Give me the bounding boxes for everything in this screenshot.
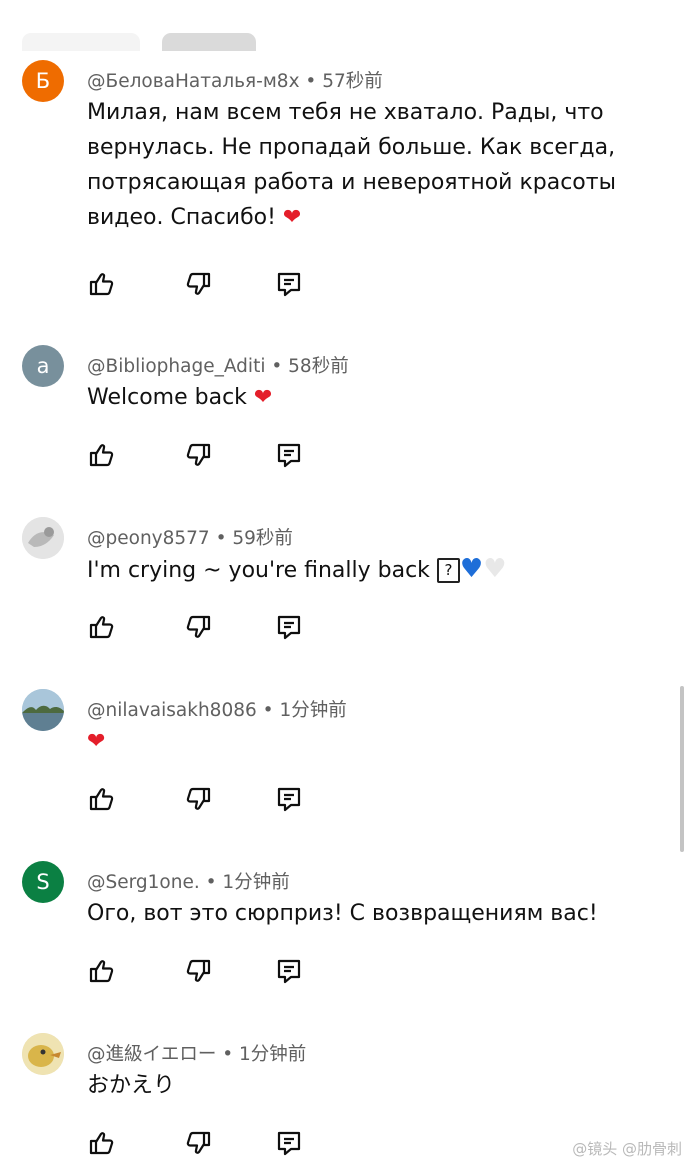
comment-meta: @nilavaisakh8086 • 1分钟前	[87, 696, 347, 722]
comment-text-body: I'm crying ~ you're finally back	[87, 558, 437, 583]
comment-author[interactable]: @nilavaisakh8086	[87, 700, 257, 721]
avatar[interactable]	[22, 517, 64, 559]
white-heart-emoji: ♥	[483, 554, 507, 584]
comment-meta: @Serg1one. • 1分钟前	[87, 868, 290, 894]
red-heart-emoji: ❤	[282, 205, 302, 230]
watermark: @镜头 @肋骨刺	[572, 1140, 682, 1158]
reply-icon[interactable]	[275, 613, 303, 641]
comment-meta: @Bibliophage_Aditi • 58秒前	[87, 352, 349, 378]
comment-time[interactable]: 1分钟前	[239, 1044, 306, 1065]
comment-text-body: Ого, вот это сюрприз! С возвращениям вас…	[87, 901, 598, 926]
reply-icon[interactable]	[275, 441, 303, 469]
thumb-up-icon[interactable]	[87, 441, 115, 469]
red-heart-emoji: ❤	[253, 385, 273, 410]
separator: •	[299, 71, 323, 92]
reply-icon[interactable]	[275, 957, 303, 985]
comment-time[interactable]: 1分钟前	[279, 700, 346, 721]
separator: •	[199, 872, 223, 893]
avatar[interactable]	[22, 1033, 64, 1075]
thumb-down-icon[interactable]	[185, 270, 213, 298]
reply-icon[interactable]	[275, 785, 303, 813]
landscape-avatar-image	[22, 689, 64, 731]
comment-text-body: Милая, нам всем тебя не хватало. Рады, ч…	[87, 100, 616, 230]
duck-avatar-image	[22, 1033, 64, 1075]
blue-heart-emoji: ♥	[459, 554, 484, 584]
comment-text: おかえり	[87, 1068, 647, 1103]
thumb-down-icon[interactable]	[185, 785, 213, 813]
thumb-up-icon[interactable]	[87, 957, 115, 985]
comment-text: ❤	[87, 724, 647, 759]
thumb-down-icon[interactable]	[185, 957, 213, 985]
comment-time[interactable]: 58秒前	[288, 356, 349, 377]
comment-text-body: Welcome back	[87, 385, 254, 410]
comment-author[interactable]: @peony8577	[87, 528, 210, 549]
separator: •	[265, 356, 289, 377]
tab-top-comments[interactable]	[22, 33, 140, 51]
red-heart-emoji: ❤	[87, 729, 106, 754]
thumb-up-icon[interactable]	[87, 785, 115, 813]
comment-meta: @進級イエロー • 1分钟前	[87, 1040, 306, 1066]
comment-text: I'm crying ~ you're finally back ? ♥♥	[87, 552, 647, 588]
comment-meta: @peony8577 • 59秒前	[87, 524, 293, 550]
comment-author[interactable]: @進級イエロー	[87, 1044, 216, 1065]
thumb-up-icon[interactable]	[87, 270, 115, 298]
separator: •	[256, 700, 280, 721]
separator: •	[216, 1044, 240, 1065]
tab-newest[interactable]	[162, 33, 256, 51]
comment-text: Welcome back ❤	[87, 380, 647, 415]
unknown-glyph-box: ?	[436, 558, 460, 583]
illustration-avatar-image	[22, 517, 64, 559]
comment-text: Ого, вот это сюрприз! С возвращениям вас…	[87, 896, 647, 931]
top-tabs	[0, 0, 690, 51]
separator: •	[209, 528, 233, 549]
avatar[interactable]: a	[22, 345, 64, 387]
avatar[interactable]: Б	[22, 60, 64, 102]
thumb-down-icon[interactable]	[185, 1129, 213, 1157]
comment-author[interactable]: @Serg1one.	[87, 872, 200, 893]
comment-time[interactable]: 59秒前	[232, 528, 293, 549]
comment-text: Милая, нам всем тебя не хватало. Рады, ч…	[87, 95, 647, 235]
scrollbar[interactable]	[680, 686, 684, 852]
comment-time[interactable]: 57秒前	[322, 71, 383, 92]
avatar[interactable]: S	[22, 861, 64, 903]
comment-author[interactable]: @БеловаНаталья-м8х	[87, 71, 300, 92]
thumb-down-icon[interactable]	[185, 441, 213, 469]
reply-icon[interactable]	[275, 1129, 303, 1157]
reply-icon[interactable]	[275, 270, 303, 298]
thumb-down-icon[interactable]	[185, 613, 213, 641]
comment-time[interactable]: 1分钟前	[222, 872, 289, 893]
comment-author[interactable]: @Bibliophage_Aditi	[87, 356, 265, 377]
comment-meta: @БеловаНаталья-м8х • 57秒前	[87, 67, 383, 93]
thumb-up-icon[interactable]	[87, 613, 115, 641]
avatar[interactable]	[22, 689, 64, 731]
thumb-up-icon[interactable]	[87, 1129, 115, 1157]
comment-text-body: おかえり	[87, 1073, 176, 1098]
